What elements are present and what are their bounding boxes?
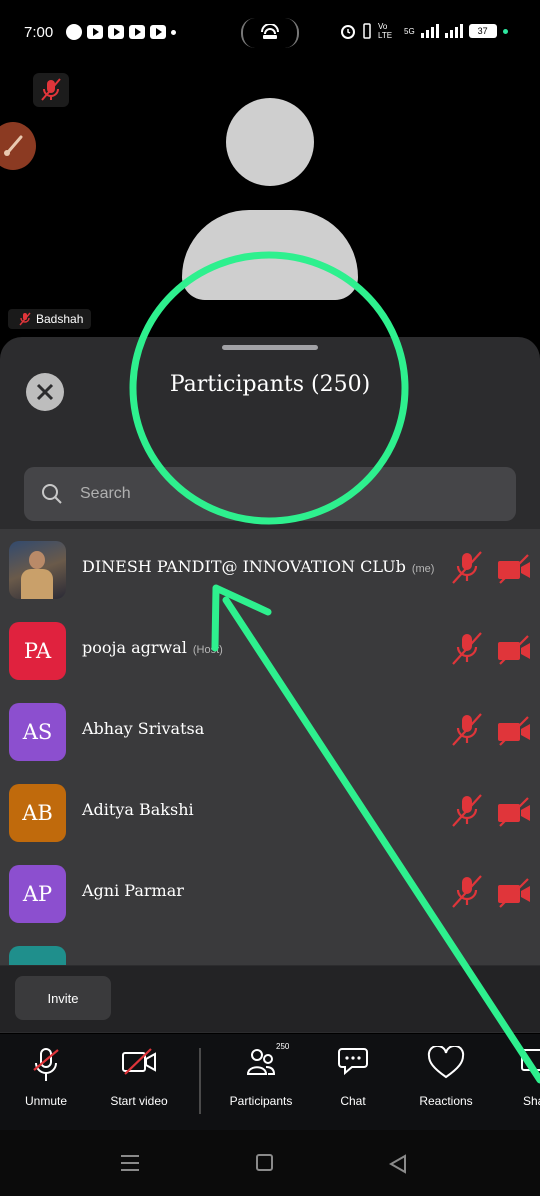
drag-handle[interactable] xyxy=(222,345,318,350)
youtube-icon xyxy=(129,25,145,39)
chat-button[interactable]: Chat xyxy=(331,1046,375,1116)
participant-row[interactable]: DINESH PANDIT@ INNOVATION CLUb (me) xyxy=(0,529,540,610)
chat-label: Chat xyxy=(340,1094,366,1108)
search-icon xyxy=(42,484,62,504)
speaker-mic-status xyxy=(33,73,69,107)
invite-button[interactable]: Invite xyxy=(15,976,111,1020)
participants-button[interactable]: 250 Participants xyxy=(224,1042,298,1116)
participant-name-line: Agni Parmar xyxy=(82,881,184,900)
participant-row[interactable]: AB Aditya Bakshi xyxy=(0,772,540,853)
avatar xyxy=(9,946,66,965)
system-icons: Vo LTE 5G 37 xyxy=(340,22,508,40)
more-notifications-dot xyxy=(171,29,176,35)
meeting-toolbar: Unmute Start video 250 Participants Chat… xyxy=(0,1034,540,1130)
participants-list[interactable]: DINESH PANDIT@ INNOVATION CLUb (me) PA po… xyxy=(0,529,540,965)
mic-off-icon xyxy=(452,794,482,827)
participants-icon xyxy=(246,1049,276,1075)
status-bar: 7:00 Vo LTE 5G 37 xyxy=(0,0,540,66)
search-box[interactable] xyxy=(24,467,516,521)
avatar-photo-face xyxy=(29,551,45,569)
mic-off-icon xyxy=(452,875,482,908)
whatsapp-icon xyxy=(66,24,82,40)
person-silhouette-body xyxy=(182,210,358,300)
battery-icon: 37 xyxy=(468,24,497,38)
alarm-icon xyxy=(341,25,355,39)
participants-label: Participants xyxy=(229,1094,293,1108)
network-label: Vo LTE xyxy=(378,22,393,40)
share-icon xyxy=(521,1049,540,1071)
speaker-name: Badshah xyxy=(36,312,84,326)
avatar: AB xyxy=(9,784,66,842)
youtube-icon xyxy=(87,25,103,39)
reactions-label: Reactions xyxy=(419,1094,473,1108)
participant-name-line: DINESH PANDIT@ INNOVATION CLUb (me) xyxy=(82,557,434,576)
mic-off-icon xyxy=(452,632,482,665)
vibrate-icon xyxy=(363,23,371,39)
participant-name-line: Aditya Bakshi xyxy=(82,800,194,819)
mic-off-icon xyxy=(19,312,31,326)
search-input[interactable] xyxy=(80,467,500,521)
participants-count-badge: 250 xyxy=(276,1042,290,1051)
share-button[interactable]: Sha xyxy=(520,1046,540,1116)
video-off-icon xyxy=(498,554,530,584)
video-off-icon xyxy=(498,797,530,827)
heart-icon xyxy=(427,1046,465,1079)
network-type: 5G xyxy=(404,26,415,36)
video-off-icon xyxy=(498,635,530,665)
privacy-dot xyxy=(502,28,508,34)
mic-off-icon xyxy=(41,78,61,101)
avatar: PA xyxy=(9,622,66,680)
signal-icon xyxy=(444,24,463,38)
start-video-label: Start video xyxy=(110,1094,168,1108)
toolbar-divider xyxy=(199,1048,201,1114)
unmute-button[interactable]: Unmute xyxy=(16,1046,76,1116)
participant-row[interactable] xyxy=(0,934,540,965)
person-silhouette-icon xyxy=(226,98,314,186)
participant-row[interactable]: PA pooja agrwal (Host) xyxy=(0,610,540,691)
speaker-name-tag: Badshah xyxy=(8,309,92,329)
avatar: AP xyxy=(9,865,66,923)
unmute-label: Unmute xyxy=(24,1094,68,1108)
back-icon[interactable] xyxy=(388,1154,408,1174)
participant-name: Aditya Bakshi xyxy=(82,800,194,819)
start-video-button[interactable]: Start video xyxy=(104,1046,174,1116)
hotspot-indicator xyxy=(241,18,299,48)
mic-off-icon xyxy=(452,551,482,584)
chat-icon xyxy=(338,1048,368,1076)
home-icon[interactable] xyxy=(256,1154,273,1171)
mic-off-icon xyxy=(33,1048,59,1081)
participant-name: DINESH PANDIT@ INNOVATION CLUb xyxy=(82,557,406,576)
participant-name: pooja agrwal xyxy=(82,638,187,657)
participants-sheet: Participants (250) DINESH PANDIT@ INNOVA… xyxy=(0,337,540,1033)
participant-tag: (me) xyxy=(411,563,435,575)
participant-name-line: pooja agrwal (Host) xyxy=(82,638,223,657)
invite-bar: Invite xyxy=(0,966,540,1032)
participant-name: Agni Parmar xyxy=(82,881,184,900)
participant-tag: (Host) xyxy=(192,644,223,656)
whiteboard-button[interactable] xyxy=(0,122,36,170)
participant-name: Abhay Srivatsa xyxy=(82,719,205,738)
system-nav-bar xyxy=(0,1130,540,1196)
participant-row[interactable]: AP Agni Parmar xyxy=(0,853,540,934)
reactions-button[interactable]: Reactions xyxy=(414,1046,478,1116)
youtube-icon xyxy=(150,25,166,39)
youtube-icon xyxy=(108,25,124,39)
avatar xyxy=(9,541,66,599)
sheet-title: Participants (250) xyxy=(169,372,371,397)
brush-icon xyxy=(4,135,23,156)
video-off-icon xyxy=(498,878,530,908)
recents-icon[interactable] xyxy=(120,1154,140,1172)
participant-row[interactable]: AS Abhay Srivatsa xyxy=(0,691,540,772)
signal-icon xyxy=(420,24,439,38)
participant-name-line: Abhay Srivatsa xyxy=(82,719,204,738)
video-off-icon xyxy=(498,716,530,746)
hotspot-icon xyxy=(261,24,279,39)
video-off-icon xyxy=(122,1048,156,1075)
status-time: 7:00 xyxy=(24,24,54,41)
avatar-photo-body xyxy=(21,569,53,599)
mic-off-icon xyxy=(452,713,482,746)
notification-icons xyxy=(66,24,176,40)
avatar: AS xyxy=(9,703,66,761)
share-label: Sha xyxy=(523,1094,540,1108)
